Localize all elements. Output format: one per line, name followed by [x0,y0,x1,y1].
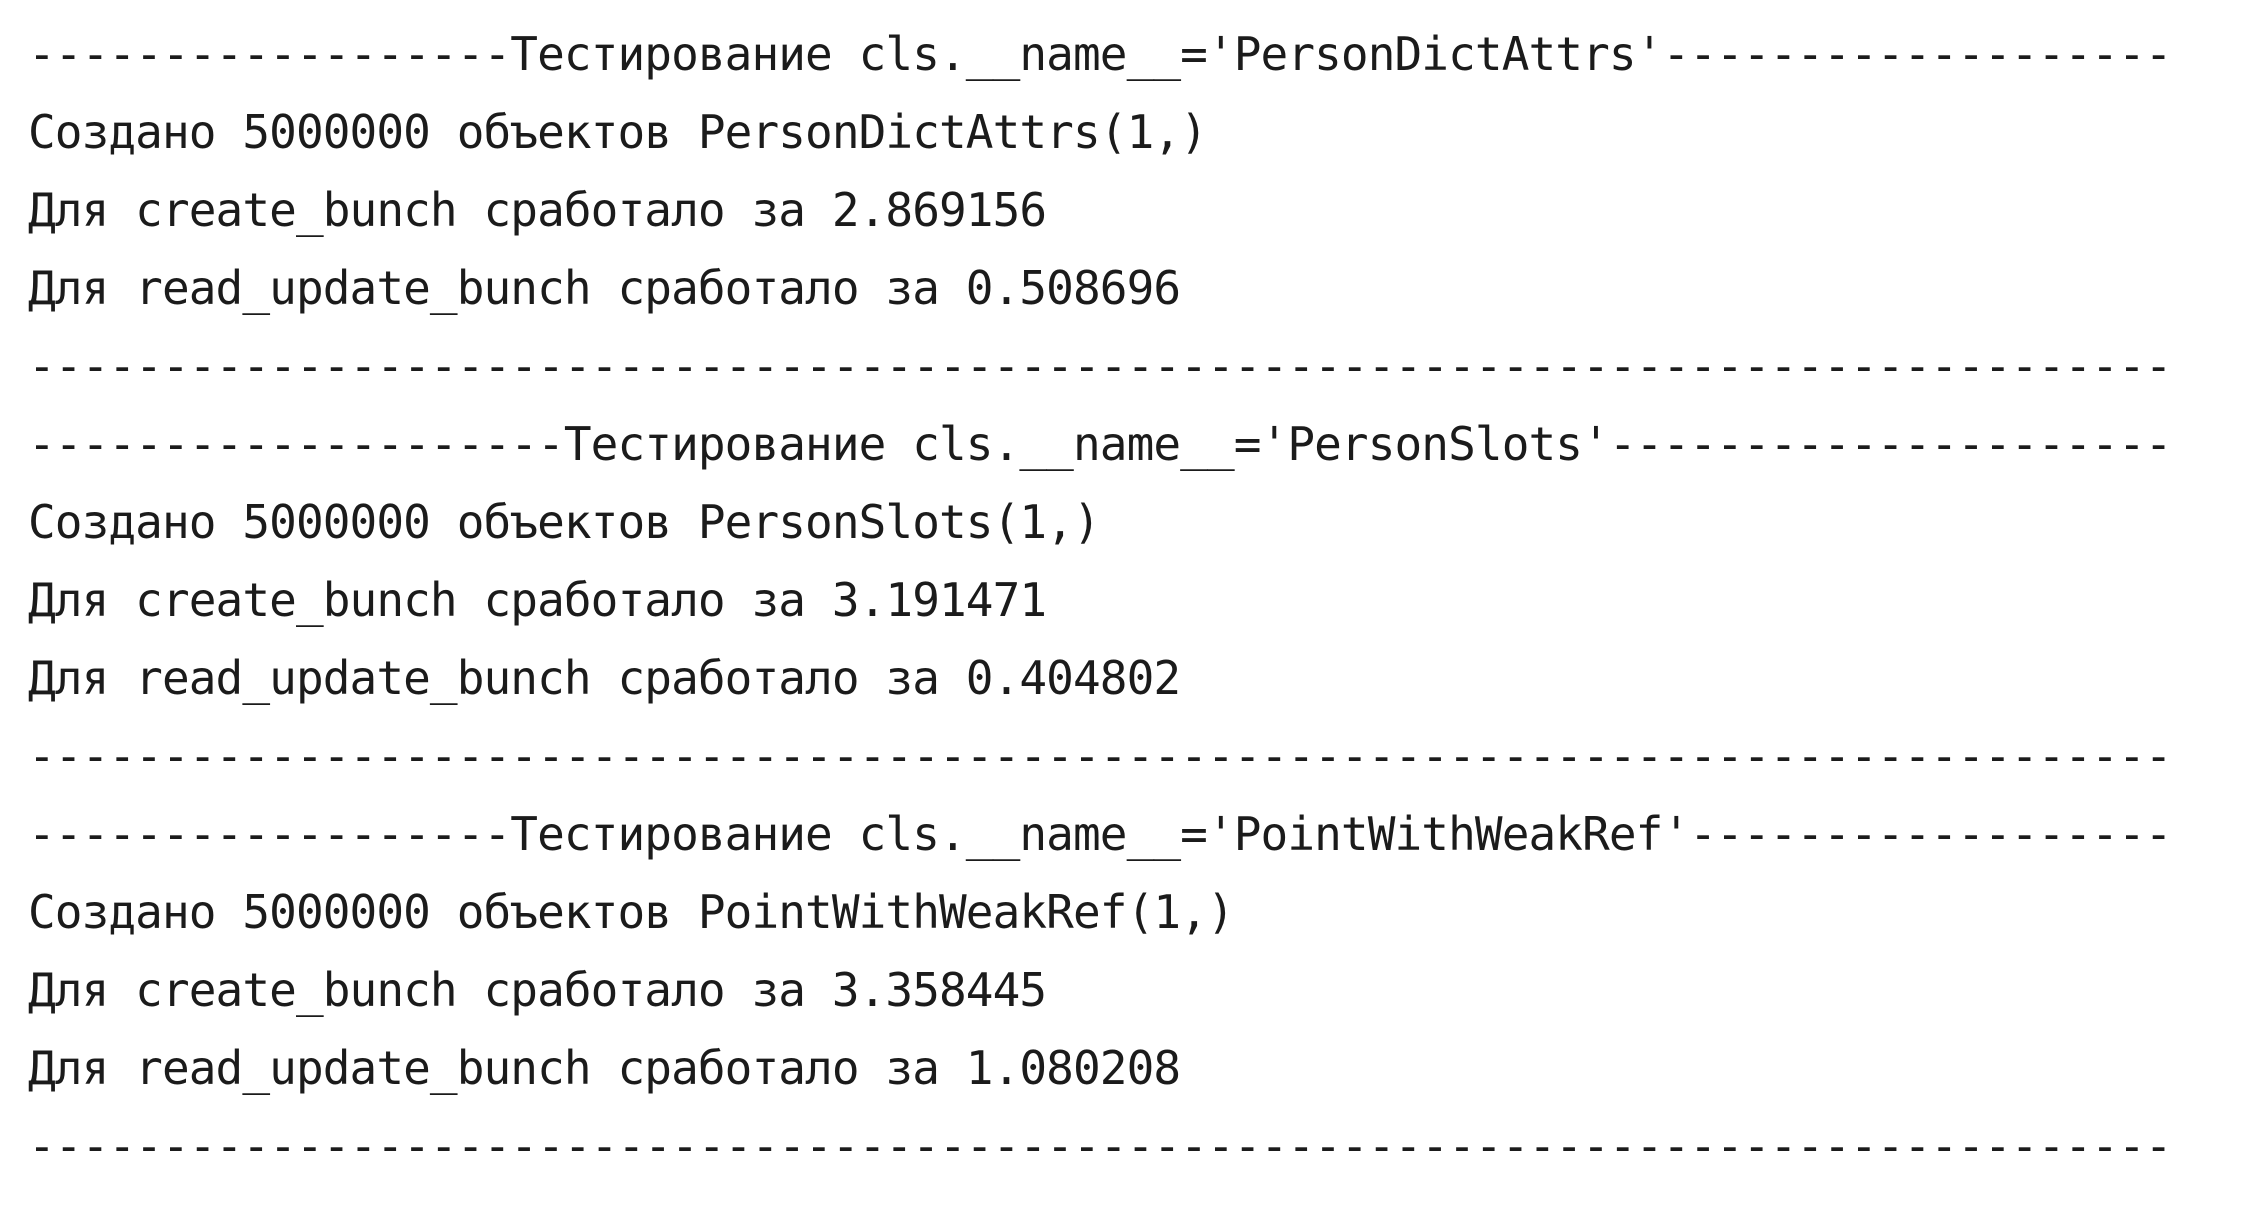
create-bunch-time-person-slots: Для create_bunch сработало за 3.191471 [28,573,1047,627]
read-update-bunch-time-person-slots: Для read_update_bunch сработало за 0.404… [28,651,1181,705]
console-output: ------------------Тестирование cls.__nam… [0,0,2242,1205]
header-line-person-slots: --------------------Тестирование cls.__n… [28,417,2172,471]
created-line-point-with-weak-ref: Создано 5000000 объектов PointWithWeakRe… [28,885,1235,939]
created-line-person-dict-attrs: Создано 5000000 объектов PersonDictAttrs… [28,105,1208,159]
separator-line: ----------------------------------------… [28,1119,2172,1173]
create-bunch-time-point-with-weak-ref: Для create_bunch сработало за 3.358445 [28,963,1047,1017]
created-line-person-slots: Создано 5000000 объектов PersonSlots(1,) [28,495,1101,549]
header-line-point-with-weak-ref: ------------------Тестирование cls.__nam… [28,807,2172,861]
header-line-person-dict-attrs: ------------------Тестирование cls.__nam… [28,27,2172,81]
create-bunch-time-person-dict-attrs: Для create_bunch сработало за 2.869156 [28,183,1047,237]
separator-line: ----------------------------------------… [28,729,2172,783]
separator-line: ----------------------------------------… [28,339,2172,393]
read-update-bunch-time-point-with-weak-ref: Для read_update_bunch сработало за 1.080… [28,1041,1181,1095]
read-update-bunch-time-person-dict-attrs: Для read_update_bunch сработало за 0.508… [28,261,1181,315]
